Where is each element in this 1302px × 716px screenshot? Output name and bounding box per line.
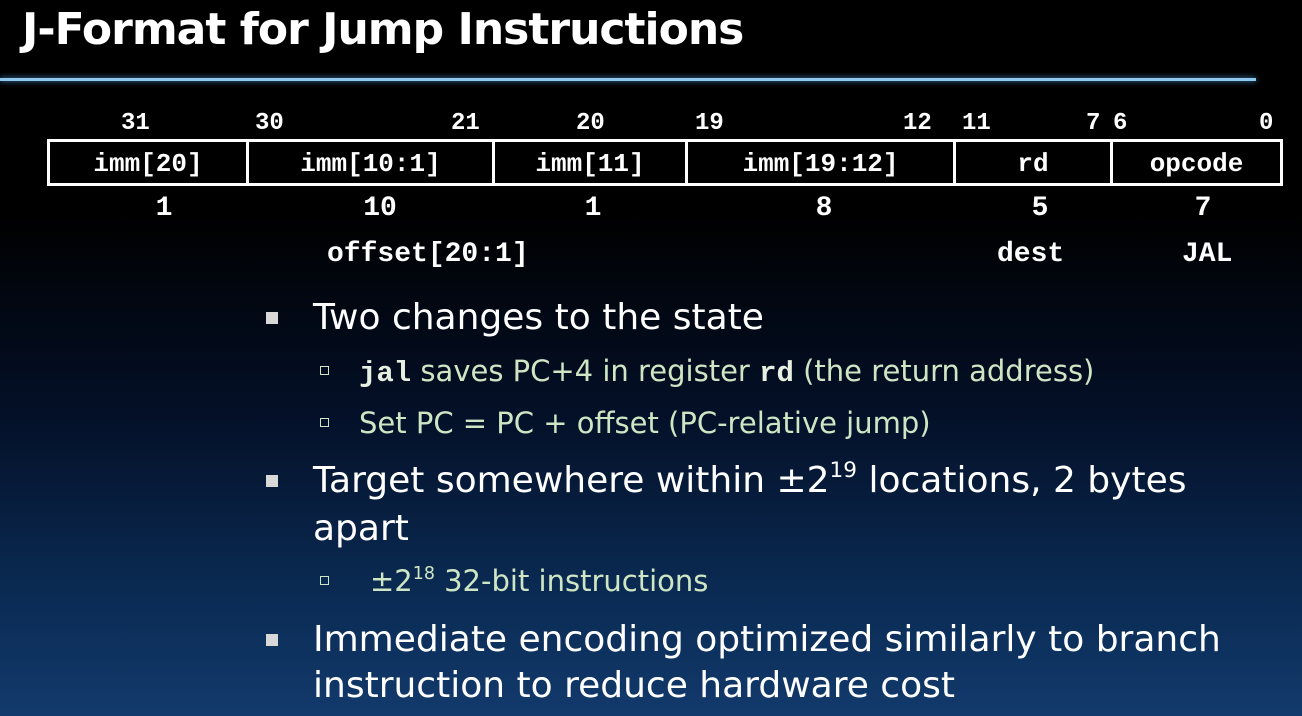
bullet-immediate-encoding-cont: instruction to reduce hardware cost — [313, 665, 955, 706]
dest-label: dest — [997, 239, 1065, 270]
sub-bullet-set-pc: Set PC = PC + offset (PC-relative jump) — [359, 406, 931, 440]
field-imm-19-12: imm[19:12] — [742, 149, 899, 179]
bit-position-31: 31 — [121, 110, 150, 137]
field-width-imm-19-12: 8 — [815, 193, 833, 224]
bit-position-20: 20 — [576, 110, 605, 137]
offset-label: offset[20:1] — [327, 239, 529, 270]
jal-label: JAL — [1182, 239, 1233, 270]
field-width-opcode: 7 — [1194, 193, 1212, 224]
field-width-imm-20: 1 — [155, 193, 173, 224]
field-width-rd: 5 — [1031, 193, 1049, 224]
bit-position-21: 21 — [451, 110, 480, 137]
sub-bullet-marker — [320, 366, 329, 375]
field-width-imm-11: 1 — [584, 193, 602, 224]
bullet-immediate-encoding: Immediate encoding optimized similarly t… — [313, 619, 1221, 660]
bit-position-0: 0 — [1259, 110, 1274, 137]
sub-bullet-instructions-range: ±218 32-bit instructions — [370, 563, 709, 598]
sub-bullet-marker — [320, 418, 329, 427]
bullet-target-range-cont: apart — [313, 508, 409, 549]
bit-position-12: 12 — [903, 110, 932, 137]
field-imm-20: imm[20] — [93, 149, 203, 179]
field-imm-10-1: imm[10:1] — [300, 149, 441, 179]
bullet-target-range: Target somewhere within ±219 locations, … — [313, 457, 1187, 501]
bit-position-11: 11 — [962, 110, 991, 137]
code-jal: jal — [359, 357, 412, 390]
bullet-marker — [266, 634, 278, 646]
bullet-two-changes: Two changes to the state — [313, 297, 764, 338]
bit-position-7: 7 — [1086, 110, 1101, 137]
instruction-format-box: imm[20] imm[10:1] imm[11] imm[19:12] rd … — [47, 139, 1283, 186]
sub-bullet-marker — [320, 576, 329, 585]
field-imm-11: imm[11] — [535, 149, 645, 179]
field-width-imm-10-1: 10 — [363, 193, 397, 224]
sub-bullet-jal-saves: jal saves PC+4 in register rd (the retur… — [359, 354, 1095, 390]
bit-position-19: 19 — [695, 110, 724, 137]
bullet-marker — [266, 475, 278, 487]
title-underline — [0, 78, 1256, 81]
bit-position-30: 30 — [255, 110, 284, 137]
field-rd: rd — [1017, 149, 1049, 179]
bit-position-6: 6 — [1113, 110, 1128, 137]
slide-title: J-Format for Jump Instructions — [22, 4, 744, 55]
field-opcode: opcode — [1149, 149, 1244, 179]
code-rd: rd — [759, 357, 794, 390]
bullet-marker — [266, 312, 278, 324]
